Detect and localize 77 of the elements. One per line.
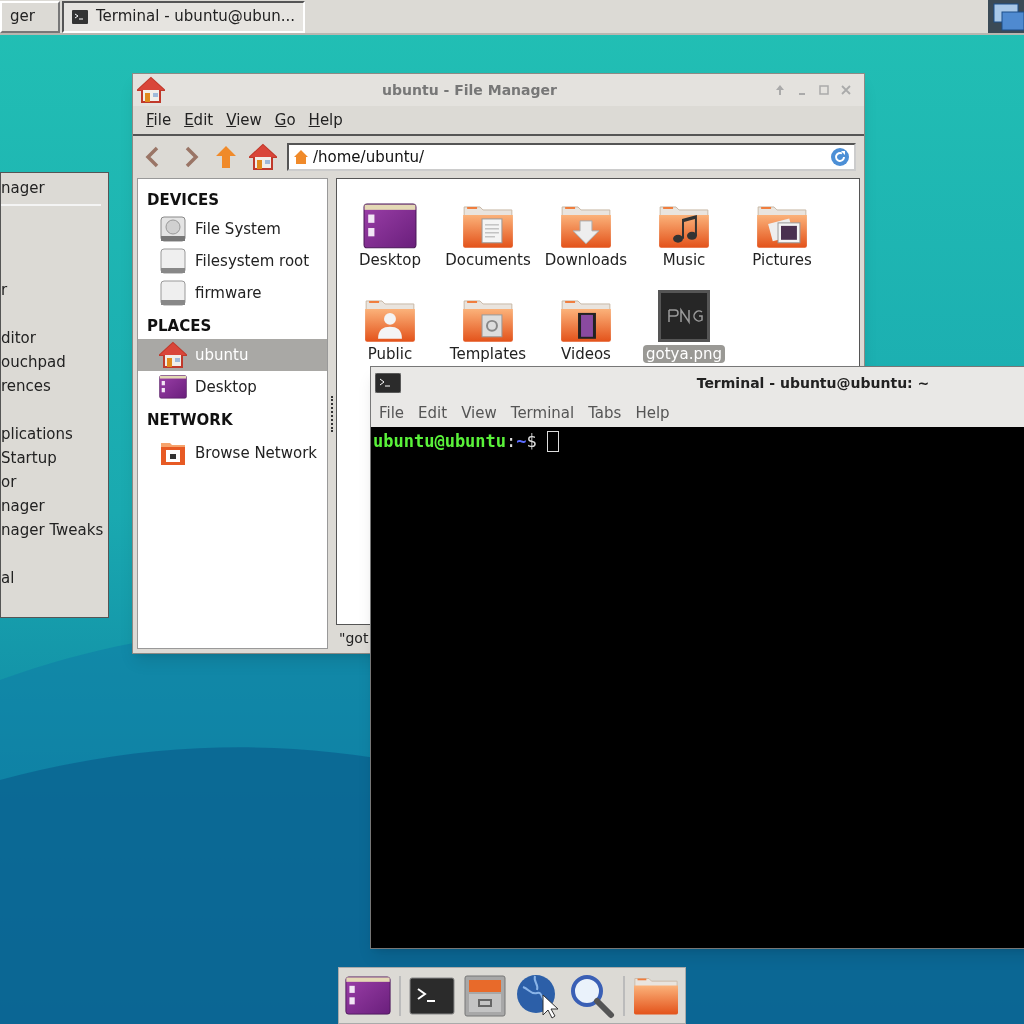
menu-item[interactable]: nager [1, 495, 45, 518]
menu-header: nager [1, 178, 45, 199]
text-cursor [546, 431, 559, 453]
file-name[interactable]: Videos [558, 345, 614, 363]
folder-icon [658, 203, 710, 249]
home-icon [249, 143, 277, 171]
desktop-icon[interactable] [345, 975, 391, 1016]
sidebar-item[interactable]: File System [138, 213, 327, 245]
menu-bar-item[interactable]: Terminal [505, 401, 580, 425]
menu-bar-item[interactable]: Edit [413, 401, 453, 425]
menu-item[interactable]: rences [1, 375, 51, 398]
menu-item[interactable]: ditor [1, 327, 36, 350]
menu-bar-item[interactable]: Help [630, 401, 675, 425]
terminal-prompt: ubuntu@ubuntu:~$ [373, 430, 537, 453]
file-name[interactable]: Desktop [356, 251, 424, 269]
desktop-icon [159, 375, 187, 399]
search-icon[interactable] [569, 972, 615, 1019]
sidebar-item[interactable]: Desktop [138, 371, 327, 403]
workspace-switcher-icon[interactable] [988, 0, 1024, 33]
file-name[interactable]: Music [659, 251, 709, 269]
taskbar-button[interactable]: ger [0, 0, 60, 33]
sidebar-heading: NETWORK [146, 409, 234, 431]
home-icon [293, 149, 309, 165]
sidebar-heading: PLACES [146, 315, 213, 337]
home-icon [137, 76, 165, 104]
menu-bar-item[interactable]: Go [269, 108, 301, 132]
menu-bar-item[interactable]: File [374, 401, 410, 425]
pane-splitter-handle[interactable] [331, 395, 333, 432]
menu-item[interactable]: plications [1, 423, 73, 446]
taskbar-button[interactable]: Terminal - ubuntu@ubun... [62, 0, 306, 33]
location-path: /home/ubuntu/ [313, 146, 426, 168]
folder-icon [364, 297, 416, 343]
file-cabinet-icon[interactable] [463, 973, 507, 1018]
status-bar-text: "got [338, 629, 370, 648]
menu-item[interactable]: r [1, 279, 8, 302]
reload-icon[interactable] [830, 147, 850, 167]
terminal-icon[interactable] [409, 976, 455, 1015]
file-name[interactable]: Pictures [749, 251, 815, 269]
png-image-icon [657, 289, 711, 343]
drive-icon [159, 247, 187, 275]
folder-icon [560, 203, 612, 249]
home-icon [159, 341, 187, 369]
sidebar-heading: DEVICES [146, 189, 220, 211]
sidebar-item[interactable]: firmware [138, 277, 327, 309]
drive-icon [159, 279, 187, 307]
close-icon[interactable] [840, 84, 852, 96]
window-title: Terminal - ubuntu@ubuntu: ~ [695, 373, 931, 393]
folder-icon [756, 203, 808, 249]
menu-item[interactable]: al [1, 567, 15, 590]
menu-bar-item[interactable]: Edit [179, 108, 219, 132]
folder-icon [462, 203, 514, 249]
folder-icon [633, 975, 679, 1016]
menu-item[interactable]: nager Tweaks [1, 519, 104, 542]
menu-bar-item[interactable]: Help [303, 108, 348, 132]
sidebar-item[interactable]: Filesystem root [138, 245, 327, 277]
file-name[interactable]: Downloads [541, 251, 631, 269]
file-name[interactable]: Documents [442, 251, 534, 269]
menu-item[interactable]: or [1, 471, 17, 494]
folder-icon [462, 297, 514, 343]
file-name[interactable]: Templates [446, 345, 530, 363]
folder-icon [560, 297, 612, 343]
terminal-icon [72, 9, 88, 24]
menu-bar-item[interactable]: View [221, 108, 267, 132]
menu-bar-item[interactable]: File [141, 108, 177, 132]
menu-bar-item[interactable]: Tabs [583, 401, 627, 425]
terminal-icon [375, 373, 401, 393]
desktop-icon [363, 203, 417, 249]
menu-item[interactable]: ouchpad [1, 351, 66, 374]
window-title: ubuntu - File Manager [381, 80, 558, 100]
menu-item[interactable]: Startup [1, 447, 57, 470]
location-field[interactable]: /home/ubuntu/ [287, 143, 856, 171]
file-name[interactable]: Public [364, 345, 416, 363]
sidebar-item[interactable]: Browse Network [138, 437, 327, 469]
globe-with-pointer-icon[interactable] [515, 972, 561, 1019]
menu-bar-item[interactable]: View [456, 401, 502, 425]
maximize-icon[interactable] [818, 84, 830, 96]
pin-up-icon[interactable] [774, 84, 786, 96]
